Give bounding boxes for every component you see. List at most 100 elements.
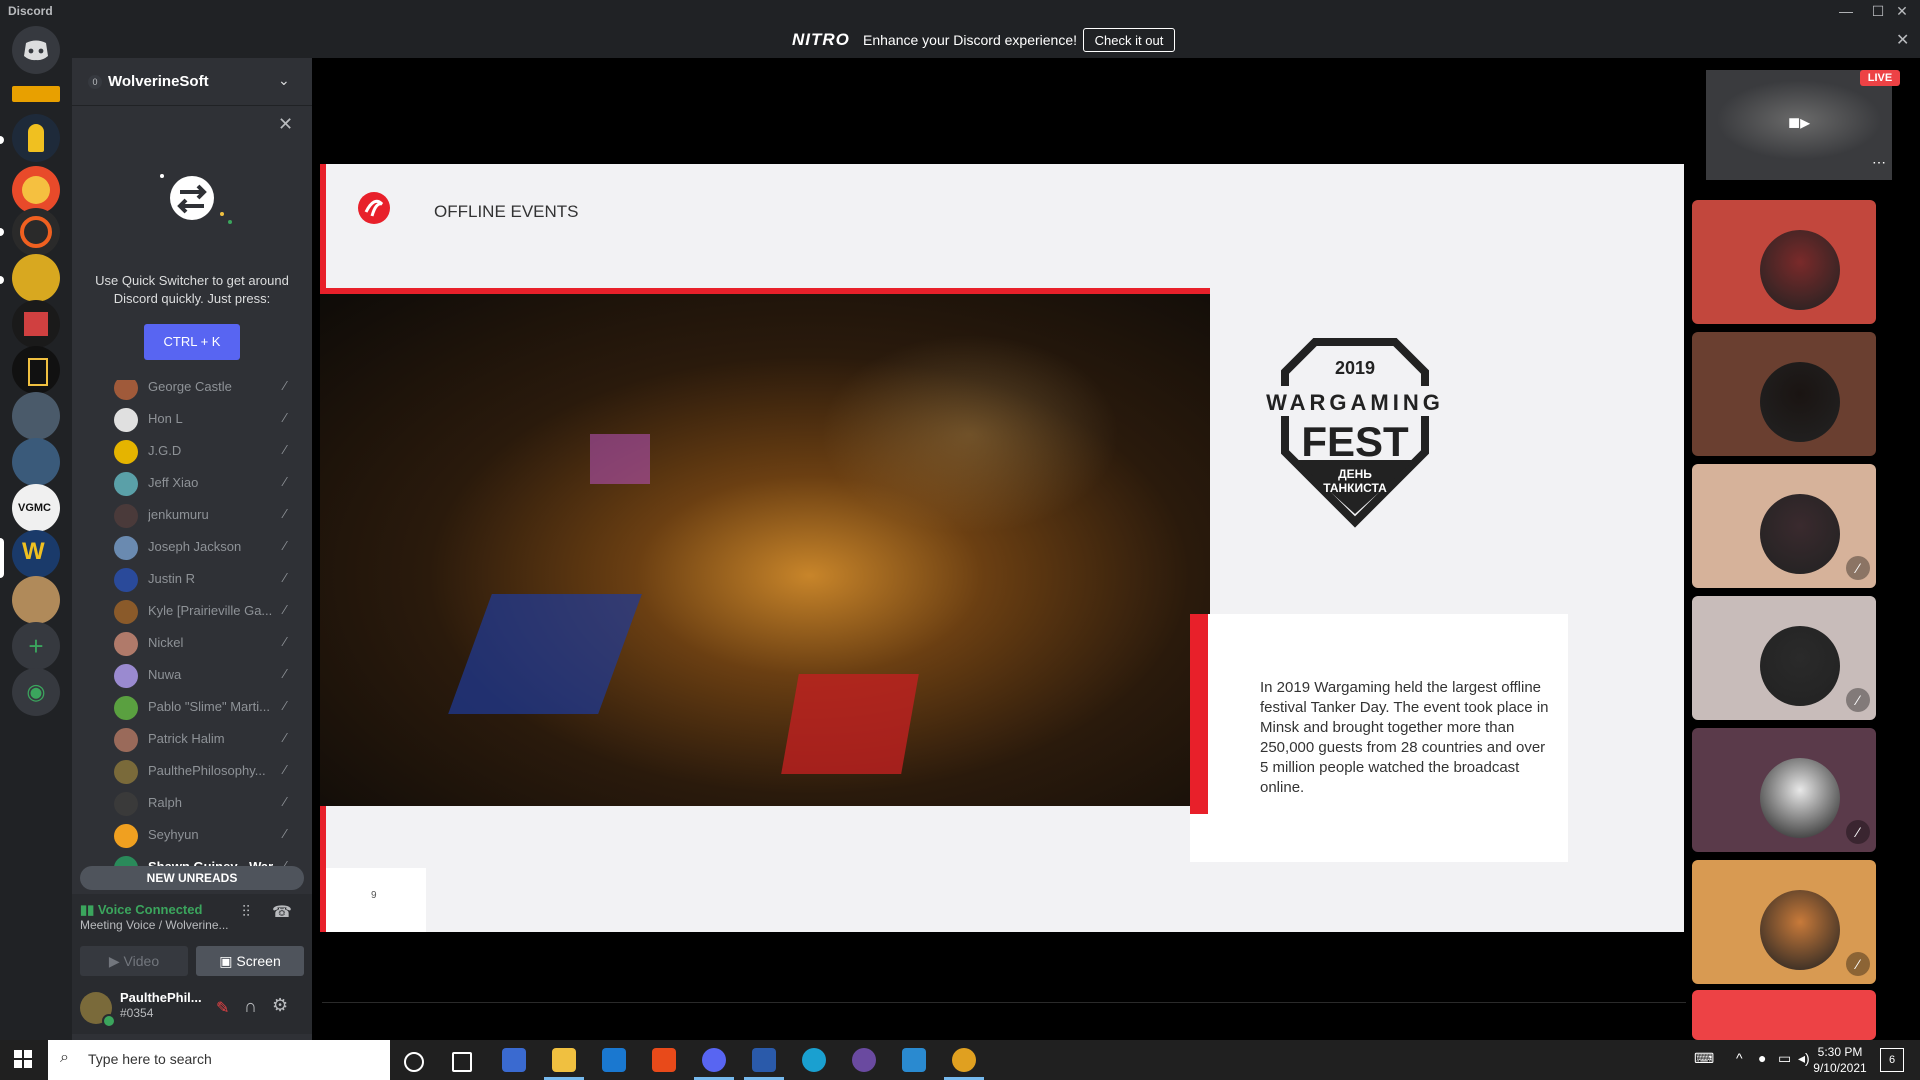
participant-tile[interactable] — [1692, 332, 1876, 456]
server-door-logo[interactable] — [12, 346, 60, 394]
member-row[interactable]: Nuwa ⁄ — [72, 658, 312, 690]
camera-icon: ■▸ — [1788, 112, 1811, 134]
server-orange-ring[interactable] — [12, 208, 60, 256]
taskbar-search[interactable]: ⌕ Type here to search — [48, 1040, 390, 1080]
muted-mic-icon: ⁄ — [284, 602, 287, 617]
github-icon[interactable] — [852, 1048, 876, 1072]
member-row[interactable]: Kyle [Prairieville Ga... ⁄ — [72, 594, 312, 626]
mute-mic-icon[interactable]: ✎ — [216, 998, 229, 1018]
quick-switcher-tip: ✕ Use Quick Switcher to get around Disco… — [72, 106, 312, 380]
taskbar-clock[interactable]: 5:30 PM 9/10/2021 — [1800, 1044, 1880, 1076]
screen-share-stage[interactable]: OFFLINE EVENTS 2019 WARGAMING FEST ДЕНЬ … — [312, 58, 1688, 1040]
server-pixel-art[interactable] — [12, 300, 60, 348]
switch-arrows-icon — [160, 174, 232, 224]
explore-servers-button[interactable]: ◉ — [12, 668, 60, 716]
voice-channel-name[interactable]: Meeting Voice / Wolverine... — [80, 918, 229, 932]
member-row[interactable]: Nickel ⁄ — [72, 626, 312, 658]
ctrl-k-button[interactable]: CTRL + K — [144, 324, 240, 360]
keyboard-icon[interactable]: ⌨ — [1694, 1050, 1714, 1067]
member-row[interactable]: Justin R ⁄ — [72, 562, 312, 594]
member-avatar — [114, 472, 138, 496]
member-row[interactable]: Patrick Halim ⁄ — [72, 722, 312, 754]
member-name: Ralph — [148, 795, 182, 810]
task-view-icon[interactable] — [452, 1052, 472, 1072]
server-chess[interactable] — [12, 114, 60, 162]
settings-gear-icon[interactable]: ⚙ — [272, 995, 288, 1016]
fest-line4: ТАНКИСТА — [1323, 481, 1387, 495]
add-server-button[interactable]: + — [12, 622, 60, 670]
member-row[interactable]: Ralph ⁄ — [72, 786, 312, 818]
voice-connected-status: ▮▮ Voice Connected — [80, 902, 203, 917]
word-icon[interactable] — [752, 1048, 776, 1072]
participant-tile[interactable]: ⁄ — [1692, 596, 1876, 720]
member-row[interactable]: Joseph Jackson ⁄ — [72, 530, 312, 562]
close-icon[interactable]: ✕ — [278, 114, 293, 135]
member-name: Nickel — [148, 635, 184, 650]
participant-tile[interactable]: ⁄ — [1692, 728, 1876, 852]
close-banner-icon[interactable]: ✕ — [1896, 30, 1909, 50]
member-row[interactable]: Seyhyun ⁄ — [72, 818, 312, 850]
server-character[interactable] — [12, 576, 60, 624]
cortana-icon[interactable] — [404, 1052, 424, 1072]
screen-icon: ▣ — [219, 953, 237, 969]
check-it-out-button[interactable]: Check it out — [1083, 28, 1175, 52]
server-yellow-mascot[interactable] — [12, 254, 60, 302]
muted-mic-icon: ⁄ — [284, 730, 287, 745]
member-row[interactable]: jenkumuru ⁄ — [72, 498, 312, 530]
office-icon[interactable] — [652, 1048, 676, 1072]
member-row[interactable]: PaulthePhilosophy... ⁄ — [72, 754, 312, 786]
screen-share-button[interactable]: ▣ Screen — [196, 946, 304, 976]
member-row[interactable]: Pablo "Slime" Marti... ⁄ — [72, 690, 312, 722]
muted-mic-icon: ⁄ — [284, 474, 287, 489]
participant-tile[interactable]: ⁄ — [1692, 860, 1876, 984]
noise-suppression-icon[interactable]: ⫶⫶ — [242, 904, 250, 922]
file-explorer-icon[interactable] — [552, 1048, 576, 1072]
wargaming-logo-icon — [358, 192, 390, 224]
mail-icon[interactable] — [602, 1048, 626, 1072]
member-row[interactable]: J.G.D ⁄ — [72, 434, 312, 466]
notification-center-icon[interactable]: 6 — [1880, 1048, 1904, 1072]
search-icon: ⌕ — [60, 1049, 69, 1066]
windows-start-icon[interactable] — [14, 1050, 32, 1068]
server-etag-games[interactable] — [12, 86, 60, 102]
discord-home-button[interactable] — [12, 26, 60, 74]
chrome-icon[interactable] — [952, 1048, 976, 1072]
new-unreads-button[interactable]: NEW UNREADS — [80, 866, 304, 890]
store-icon[interactable] — [502, 1048, 526, 1072]
member-row[interactable]: Shawn Guiney - Warga...⁄ — [72, 850, 312, 866]
live-stream-preview[interactable]: LIVE ■▸ ⋯ — [1706, 70, 1900, 180]
member-avatar — [114, 696, 138, 720]
server-header[interactable]: 0 WolverineSoft ⌄ — [72, 58, 312, 106]
minimize-button[interactable]: — — [1828, 0, 1864, 22]
member-row[interactable]: Jeff Xiao ⁄ — [72, 466, 312, 498]
server-robot[interactable] — [12, 392, 60, 440]
avatar — [1760, 890, 1840, 970]
vscode-icon[interactable] — [902, 1048, 926, 1072]
server-landscape[interactable] — [12, 438, 60, 486]
title-bar: Discord — ☐ ✕ — [0, 0, 1920, 22]
participant-tile-partial[interactable] — [1692, 990, 1876, 1040]
server-fire-logo[interactable] — [12, 166, 60, 214]
user-tag: #0354 — [120, 1006, 154, 1020]
chevron-down-icon[interactable]: ⌄ — [278, 72, 290, 89]
close-window-button[interactable]: ✕ — [1884, 0, 1920, 22]
server-vgmc[interactable]: VGMC — [12, 484, 60, 532]
member-avatar — [114, 440, 138, 464]
disconnect-icon[interactable]: ☎ — [272, 902, 292, 922]
server-wolverinesoft[interactable]: W — [12, 530, 60, 578]
show-hidden-icons[interactable]: ^ — [1736, 1050, 1743, 1066]
app-title: Discord — [8, 4, 53, 18]
more-options-icon[interactable]: ⋯ — [1872, 154, 1886, 171]
battery-icon[interactable]: ▭ — [1778, 1050, 1791, 1067]
headphones-icon[interactable]: ∩ — [244, 996, 257, 1017]
muted-mic-icon: ⁄ — [284, 506, 287, 521]
fest-year: 2019 — [1335, 358, 1375, 378]
video-button[interactable]: ▶ Video — [80, 946, 188, 976]
discord-taskbar-icon[interactable] — [702, 1048, 726, 1072]
member-row[interactable]: Hon L ⁄ — [72, 402, 312, 434]
participant-tile[interactable]: ⁄ — [1692, 464, 1876, 588]
member-name: Seyhyun — [148, 827, 199, 842]
microphone-icon[interactable]: ● — [1758, 1050, 1766, 1066]
participant-tile[interactable] — [1692, 200, 1876, 324]
edge-icon[interactable] — [802, 1048, 826, 1072]
